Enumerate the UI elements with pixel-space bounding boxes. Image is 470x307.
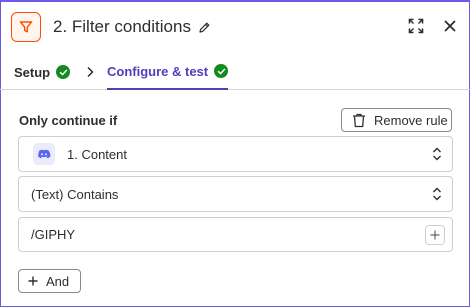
add-and-condition-button[interactable]: And bbox=[18, 269, 81, 293]
chevron-right-icon bbox=[87, 66, 94, 78]
tab-setup[interactable]: Setup bbox=[14, 54, 71, 90]
tab-configure-test-label: Configure & test bbox=[107, 63, 209, 79]
value-input[interactable]: /GIPHY bbox=[18, 217, 453, 252]
close-icon bbox=[444, 20, 456, 32]
step-tabs: Setup Configure & test bbox=[0, 54, 470, 90]
field-select[interactable]: 1. Content bbox=[18, 136, 453, 172]
remove-rule-button[interactable]: Remove rule bbox=[341, 108, 452, 132]
operator-select-value: (Text) Contains bbox=[31, 186, 119, 202]
filter-app-icon[interactable] bbox=[11, 12, 41, 42]
plus-icon bbox=[430, 230, 440, 240]
tab-configure-test[interactable]: Configure & test bbox=[107, 54, 229, 90]
panel-header: 2. Filter conditions bbox=[0, 0, 470, 54]
chevron-up-down-icon bbox=[433, 147, 441, 161]
discord-icon bbox=[33, 143, 55, 165]
step-title: 2. Filter conditions bbox=[53, 17, 191, 36]
and-button-label: And bbox=[46, 273, 70, 289]
remove-rule-label: Remove rule bbox=[374, 112, 448, 128]
insert-data-button[interactable] bbox=[425, 225, 445, 245]
filter-icon bbox=[19, 21, 33, 33]
operator-select[interactable]: (Text) Contains bbox=[18, 176, 453, 212]
rule-heading: Only continue if bbox=[19, 113, 118, 128]
pencil-icon[interactable] bbox=[198, 21, 211, 34]
tab-setup-label: Setup bbox=[14, 64, 51, 80]
expand-button[interactable] bbox=[406, 16, 426, 36]
check-circle-icon bbox=[214, 64, 229, 78]
field-select-value: 1. Content bbox=[67, 146, 127, 162]
plus-icon bbox=[28, 276, 38, 286]
trash-icon bbox=[353, 113, 365, 127]
check-circle-icon bbox=[56, 65, 71, 79]
value-input-text: /GIPHY bbox=[31, 227, 76, 242]
close-button[interactable] bbox=[440, 16, 460, 36]
chevron-up-down-icon bbox=[433, 187, 441, 201]
expand-icon bbox=[408, 18, 424, 34]
